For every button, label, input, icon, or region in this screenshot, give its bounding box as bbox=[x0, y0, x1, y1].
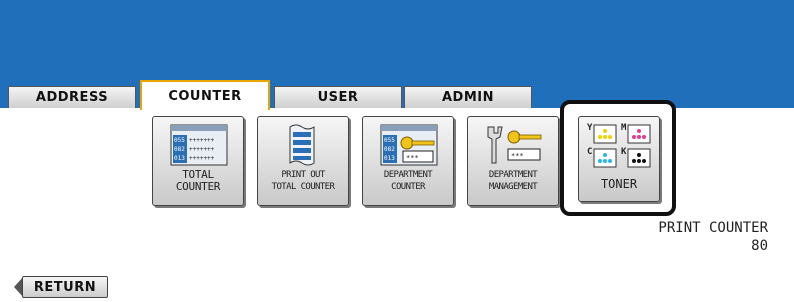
department-counter-button[interactable]: 055 082 013 ***_ DEPARTMENT COUNTER bbox=[362, 116, 454, 206]
total-counter-label: TOTAL COUNTER bbox=[175, 168, 221, 193]
tab-user[interactable]: USER bbox=[274, 86, 402, 108]
department-counter-label: DEPARTMENT COUNTER bbox=[383, 170, 433, 192]
toner-k-label: K bbox=[621, 147, 627, 157]
header-bar bbox=[0, 0, 794, 84]
print-out-total-counter-label: PRINT OUT TOTAL COUNTER bbox=[271, 170, 335, 192]
svg-text:+++++++: +++++++ bbox=[189, 146, 215, 153]
tab-bar: ADDRESS COUNTER USER ADMIN bbox=[0, 80, 794, 110]
print-counter-label: PRINT COUNTER bbox=[658, 220, 768, 236]
svg-text:082: 082 bbox=[174, 146, 185, 153]
svg-text:***_: ***_ bbox=[511, 152, 529, 160]
svg-text:055: 055 bbox=[384, 137, 395, 144]
department-management-label: DEPARTMENT MANAGEMENT bbox=[488, 170, 538, 192]
printout-icon bbox=[289, 124, 315, 166]
svg-text:+++++++: +++++++ bbox=[189, 137, 215, 144]
print-counter-value: 80 bbox=[751, 238, 768, 254]
print-out-total-counter-button[interactable]: PRINT OUT TOTAL COUNTER bbox=[257, 116, 349, 206]
tab-counter[interactable]: COUNTER bbox=[140, 80, 270, 110]
toner-icon: Y M C K bbox=[587, 123, 651, 168]
svg-text:***_: ***_ bbox=[406, 154, 424, 162]
content-area: 055 082 013 +++++++ +++++++ +++++++ TOTA… bbox=[0, 100, 794, 302]
return-button[interactable]: RETURN bbox=[22, 276, 108, 298]
svg-text:013: 013 bbox=[174, 155, 185, 162]
department-management-button[interactable]: ***_ DEPARTMENT MANAGEMENT bbox=[467, 116, 559, 206]
tab-address[interactable]: ADDRESS bbox=[8, 86, 136, 108]
toner-c-label: C bbox=[587, 147, 592, 157]
svg-text:055: 055 bbox=[174, 137, 185, 144]
department-key-icon: 055 082 013 ***_ bbox=[380, 124, 438, 166]
toner-highlight-frame: Y M C K TONER bbox=[560, 100, 676, 216]
svg-text:082: 082 bbox=[384, 146, 395, 153]
counter-table-icon: 055 082 013 +++++++ +++++++ +++++++ bbox=[170, 124, 228, 166]
svg-text:013: 013 bbox=[384, 155, 395, 162]
tab-admin[interactable]: ADMIN bbox=[404, 86, 532, 108]
toner-button[interactable]: Y M C K TONER bbox=[578, 116, 660, 202]
svg-text:+++++++: +++++++ bbox=[189, 155, 215, 162]
toner-m-label: M bbox=[621, 123, 627, 133]
total-counter-button[interactable]: 055 082 013 +++++++ +++++++ +++++++ TOTA… bbox=[152, 116, 244, 206]
toner-label: TONER bbox=[600, 177, 638, 191]
wrench-key-icon: ***_ bbox=[487, 126, 542, 164]
toner-y-label: Y bbox=[587, 123, 593, 133]
